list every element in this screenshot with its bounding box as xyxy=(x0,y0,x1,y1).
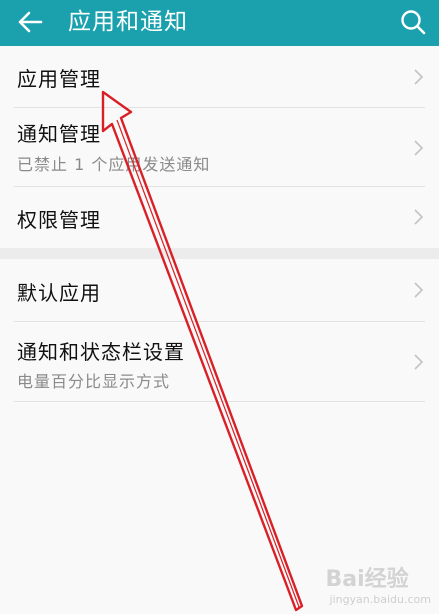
item-title: 应用管理 xyxy=(17,67,101,91)
watermark-logo: Bai经验 xyxy=(325,567,409,592)
settings-item-permission-management[interactable]: 权限管理 xyxy=(0,187,439,248)
settings-list: 应用管理 通知管理 已禁止 1 个应用发送通知 权限管理 默认应用 通知和状态栏… xyxy=(0,46,439,402)
chevron-right-icon xyxy=(414,282,424,298)
item-title: 通知和状态栏设置 xyxy=(17,340,185,364)
chevron-right-icon xyxy=(414,354,424,370)
chevron-right-icon xyxy=(414,209,424,225)
back-arrow-icon[interactable] xyxy=(13,5,47,39)
watermark: Bai经验 jingyan.baidu.com xyxy=(325,561,431,606)
settings-item-app-management[interactable]: 应用管理 xyxy=(0,46,439,108)
page-title: 应用和通知 xyxy=(68,9,188,35)
search-icon[interactable] xyxy=(397,6,429,38)
watermark-url: jingyan.baidu.com xyxy=(329,593,431,606)
item-title: 默认应用 xyxy=(17,281,101,305)
item-title: 权限管理 xyxy=(17,208,101,232)
settings-item-default-apps[interactable]: 默认应用 xyxy=(0,259,439,322)
app-bar: 应用和通知 xyxy=(0,0,439,46)
group-separator xyxy=(0,248,439,259)
settings-item-notification-statusbar[interactable]: 通知和状态栏设置 电量百分比显示方式 xyxy=(0,322,439,402)
divider xyxy=(14,401,425,402)
item-subtitle: 电量百分比显示方式 xyxy=(17,372,171,391)
chevron-right-icon xyxy=(414,140,424,156)
item-title: 通知管理 xyxy=(17,122,101,146)
settings-item-notification-management[interactable]: 通知管理 已禁止 1 个应用发送通知 xyxy=(0,108,439,187)
chevron-right-icon xyxy=(414,69,424,85)
item-subtitle: 已禁止 1 个应用发送通知 xyxy=(17,155,211,174)
